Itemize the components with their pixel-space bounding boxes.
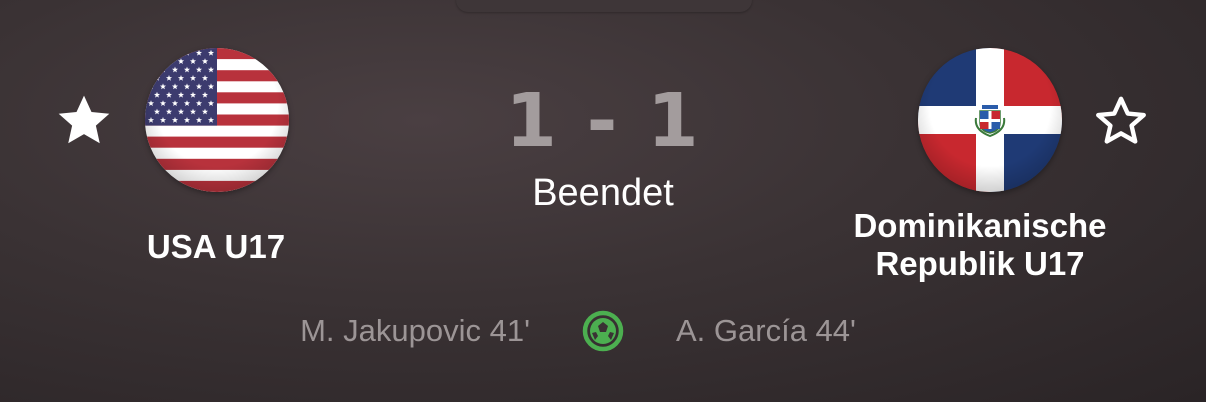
favorite-away-button[interactable] <box>1089 89 1153 153</box>
goal-indicator <box>581 309 625 353</box>
match-score: 1 - 1 <box>505 78 701 164</box>
home-team-flag <box>145 48 289 192</box>
favorite-home-button[interactable] <box>52 89 116 153</box>
away-team-flag <box>918 48 1062 192</box>
usa-flag-icon <box>145 48 289 192</box>
away-team-name[interactable]: Dominikanische Republik U17 <box>830 207 1130 283</box>
soccer-ball-icon <box>582 310 624 352</box>
home-team-name[interactable]: USA U17 <box>100 228 332 266</box>
away-goal-scorer: A. García 44' <box>676 313 856 348</box>
home-goal-scorer: M. Jakupovic 41' <box>300 313 530 348</box>
match-status: Beendet <box>532 172 674 214</box>
star-outline-icon <box>1096 96 1146 144</box>
star-filled-icon <box>58 95 110 144</box>
sheet-drag-handle[interactable] <box>456 0 752 12</box>
dominican-republic-flag-icon <box>918 48 1062 192</box>
